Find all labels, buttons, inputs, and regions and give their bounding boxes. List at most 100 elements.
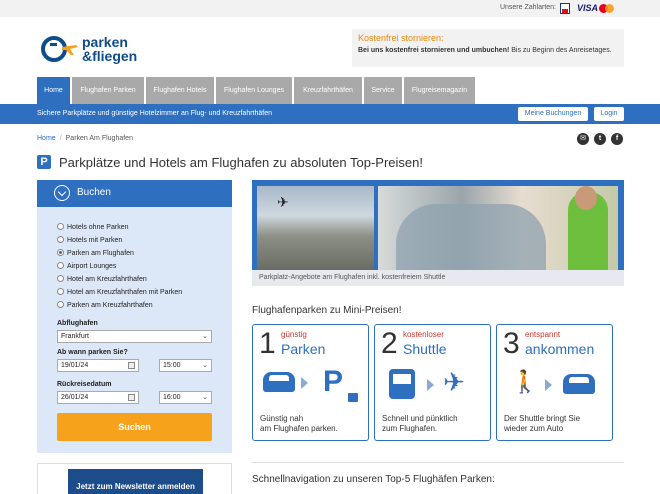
radio-hotel-kreuzfahrthafen[interactable]: Hotel am Kreuzfahrthafen bbox=[57, 275, 147, 283]
step-desc-line1: Günstig nah bbox=[260, 414, 304, 423]
airport-photo: ✈ bbox=[257, 186, 374, 270]
car-icon bbox=[563, 374, 595, 394]
breadcrumb-separator: / bbox=[59, 135, 62, 142]
step-big-label: Shuttle bbox=[403, 341, 447, 357]
radio-button[interactable] bbox=[57, 301, 64, 308]
notice-text: Bei uns kostenfrei stornieren und umbuch… bbox=[358, 47, 618, 54]
step-big-label: ankommen bbox=[525, 341, 595, 357]
step-small-label: kostenloser bbox=[403, 330, 444, 339]
tab-home[interactable]: Home bbox=[37, 77, 70, 104]
tab-kreuzfahrthaefen[interactable]: Kreuzfahrthäfen bbox=[294, 77, 362, 104]
step-number: 2 bbox=[381, 327, 398, 360]
radio-label: Airport Lounges bbox=[67, 263, 117, 270]
subheader-bar: Sichere Parkplätze und günstige Hotelzim… bbox=[0, 104, 660, 124]
radio-button-selected[interactable] bbox=[57, 249, 64, 256]
breadcrumb: Home / Parken Am Flughafen bbox=[37, 135, 133, 142]
facebook-icon[interactable]: f bbox=[611, 133, 623, 145]
my-bookings-button[interactable]: Meine Buchungen bbox=[518, 107, 588, 121]
arrow-right-icon bbox=[301, 377, 308, 389]
radio-label: Hotels mit Parken bbox=[67, 237, 123, 244]
booking-header[interactable]: Buchen bbox=[37, 180, 232, 207]
radio-hotel-kreuzfahrthafen-parken[interactable]: Hotel am Kreuzfahrthafen mit Parken bbox=[57, 288, 182, 296]
arrow-right-icon bbox=[545, 379, 552, 391]
step-desc-line1: Schnell und pünktlich bbox=[382, 414, 458, 423]
radio-airport-lounges[interactable]: Airport Lounges bbox=[57, 262, 116, 270]
return-time-value: 16:00 bbox=[163, 394, 181, 401]
tab-flughafen-lounges[interactable]: Flughafen Lounges bbox=[216, 77, 292, 104]
page-title: Parkplätze und Hotels am Flughafen zu ab… bbox=[59, 155, 423, 170]
from-label: Ab wann parken Sie? bbox=[57, 349, 128, 356]
step-card-shuttle: 2 kostenloser Shuttle ✈ Schnell und pünk… bbox=[374, 324, 491, 441]
airport-value: Frankfurt bbox=[61, 333, 90, 340]
visa-icon: VISA bbox=[577, 3, 599, 13]
airplane-icon: ✈ bbox=[443, 367, 465, 397]
car-icon bbox=[263, 372, 295, 392]
radio-hotels-mit-parken[interactable]: Hotels mit Parken bbox=[57, 236, 122, 244]
radio-button[interactable] bbox=[57, 262, 64, 269]
lock-icon bbox=[348, 393, 358, 402]
step-number: 3 bbox=[503, 327, 520, 360]
newsletter-button[interactable]: Jetzt zum Newsletter anmelden bbox=[68, 469, 203, 494]
step-big-label: Parken bbox=[281, 341, 326, 357]
from-date-input[interactable]: 19/01/24 bbox=[57, 359, 139, 372]
radio-hotels-ohne-parken[interactable]: Hotels ohne Parken bbox=[57, 223, 128, 231]
breadcrumb-current: Parken Am Flughafen bbox=[65, 135, 133, 142]
arrow-right-icon bbox=[427, 379, 434, 391]
radio-parken-am-flughafen[interactable]: Parken am Flughafen bbox=[57, 249, 134, 257]
logo-text-line2: &fliegen bbox=[82, 48, 138, 64]
chevron-down-icon: ⌄ bbox=[202, 362, 208, 369]
tab-flughafen-parken[interactable]: Flughafen Parken bbox=[72, 77, 144, 104]
bus-icon bbox=[389, 369, 415, 399]
parking-icon: P bbox=[37, 155, 51, 169]
cancellation-notice: Kostenfrei stornieren: Bei uns kostenfre… bbox=[352, 29, 624, 67]
search-button[interactable]: Suchen bbox=[57, 413, 212, 441]
chevron-down-icon: ⌄ bbox=[202, 333, 208, 340]
calendar-icon[interactable] bbox=[128, 362, 135, 369]
airport-select[interactable]: Frankfurt ⌄ bbox=[57, 330, 212, 343]
parking-p-icon: P bbox=[323, 365, 344, 398]
calendar-icon[interactable] bbox=[128, 394, 135, 401]
car-illustration bbox=[396, 204, 546, 274]
airport-label: Abflughafen bbox=[57, 320, 98, 327]
breadcrumb-home[interactable]: Home bbox=[37, 135, 56, 142]
radio-button[interactable] bbox=[57, 236, 64, 243]
step-desc-line2: zum Flughafen. bbox=[382, 424, 438, 433]
logo-mark-icon bbox=[41, 36, 78, 62]
from-time-select[interactable]: 15:00 ⌄ bbox=[159, 359, 212, 372]
tab-flugreisemagazin[interactable]: Flugreisemagazin bbox=[404, 77, 475, 104]
tab-service[interactable]: Service bbox=[364, 77, 402, 104]
section-divider bbox=[252, 462, 624, 463]
radio-button[interactable] bbox=[57, 288, 64, 295]
tab-flughafen-hotels[interactable]: Flughafen Hotels bbox=[146, 77, 214, 104]
payment-label: Unsere Zahlarten: bbox=[499, 4, 556, 11]
step-small-label: entspannt bbox=[525, 330, 561, 339]
step-card-ankommen: 3 entspannt ankommen 🚶 Der Shuttle bring… bbox=[496, 324, 613, 441]
traveler-icon: 🚶 bbox=[511, 369, 539, 394]
twitter-icon[interactable]: t bbox=[594, 133, 606, 145]
step-number: 1 bbox=[259, 327, 276, 360]
mastercard-icon bbox=[599, 3, 615, 14]
radio-parken-kreuzfahrthafen[interactable]: Parken am Kreuzfahrthafen bbox=[57, 301, 153, 309]
login-button[interactable]: Login bbox=[594, 107, 624, 121]
radio-button[interactable] bbox=[57, 275, 64, 282]
from-date-value: 19/01/24 bbox=[61, 362, 89, 369]
return-time-select[interactable]: 16:00 ⌄ bbox=[159, 391, 212, 404]
from-time-value: 15:00 bbox=[163, 362, 181, 369]
step-card-parken: 1 günstig Parken P Günstig nah am Flugha… bbox=[252, 324, 369, 441]
email-icon[interactable]: ✉ bbox=[577, 133, 589, 145]
hero-banner: ✈ Parkplatz-Angebote am Flughafen inkl. … bbox=[252, 180, 624, 286]
radio-label: Parken am Kreuzfahrthafen bbox=[67, 302, 153, 309]
radio-button[interactable] bbox=[57, 223, 64, 230]
chevron-down-icon bbox=[54, 185, 70, 201]
ec-card-icon bbox=[560, 3, 570, 14]
step-desc-line2: wieder zum Auto bbox=[504, 424, 564, 433]
steps-title: Flughafenparken zu Mini-Preisen! bbox=[252, 305, 402, 316]
return-label: Rückreisedatum bbox=[57, 381, 112, 388]
step-desc-line2: am Flughafen parken. bbox=[260, 424, 338, 433]
shuttle-photo bbox=[378, 186, 618, 274]
site-logo[interactable]: parken &fliegen bbox=[40, 33, 140, 65]
booking-header-label: Buchen bbox=[77, 187, 111, 198]
radio-label: Parken am Flughafen bbox=[67, 250, 134, 257]
return-date-input[interactable]: 26/01/24 bbox=[57, 391, 139, 404]
booking-widget: Buchen Hotels ohne Parken Hotels mit Par… bbox=[37, 180, 232, 453]
